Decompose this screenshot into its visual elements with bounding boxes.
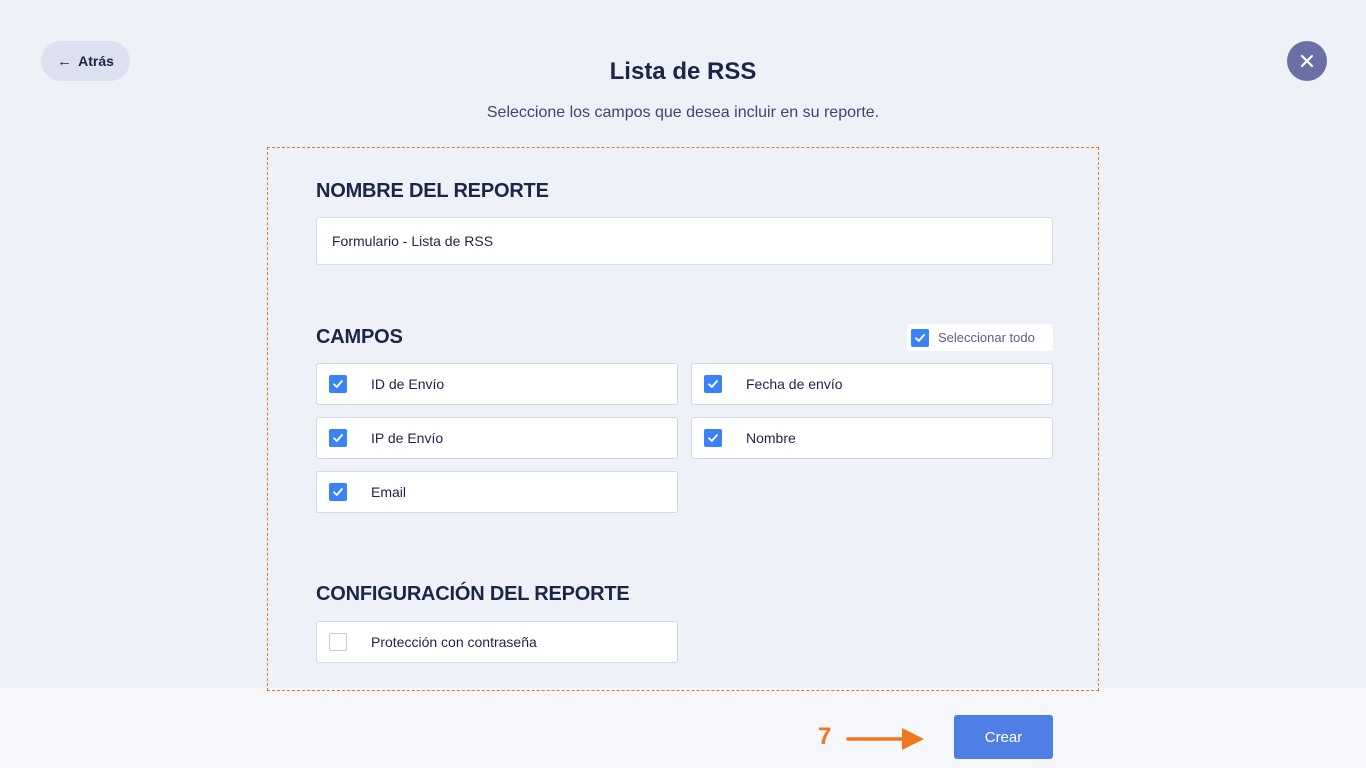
footer-bar <box>0 688 1366 768</box>
annotation-arrow-right-icon <box>846 728 924 750</box>
checkbox-checked-icon <box>329 429 347 447</box>
field-option-ip-envio[interactable]: IP de Envío <box>316 417 678 459</box>
page-title: Lista de RSS <box>609 58 757 85</box>
select-all-checkbox[interactable]: Seleccionar todo <box>907 324 1053 351</box>
checkbox-checked-icon <box>704 429 722 447</box>
field-option-nombre[interactable]: Nombre <box>691 417 1053 459</box>
report-name-heading: NOMBRE DEL REPORTE <box>316 180 549 202</box>
checkbox-checked-icon <box>329 483 347 501</box>
password-protection-option[interactable]: Protección con contraseña <box>316 621 678 663</box>
field-option-label: Nombre <box>746 430 796 446</box>
field-option-label: Fecha de envío <box>746 376 843 392</box>
create-button[interactable]: Crear <box>954 715 1053 759</box>
select-all-label: Seleccionar todo <box>938 330 1035 345</box>
report-page: ← Atrás Lista de RSS Seleccione los camp… <box>0 0 1366 768</box>
field-option-email[interactable]: Email <box>316 471 678 513</box>
field-option-id-envio[interactable]: ID de Envío <box>316 363 678 405</box>
page-subtitle: Seleccione los campos que desea incluir … <box>486 104 880 121</box>
report-name-input[interactable] <box>316 217 1053 265</box>
password-protection-label: Protección con contraseña <box>371 634 537 650</box>
checkbox-checked-icon <box>704 375 722 393</box>
report-config-heading: CONFIGURACIÓN DEL REPORTE <box>316 583 630 605</box>
checkbox-checked-icon <box>911 328 929 347</box>
field-option-label: Email <box>371 484 407 500</box>
annotation-step-number: 7 <box>818 723 832 750</box>
field-option-label: ID de Envío <box>371 376 445 392</box>
field-option-fecha-envio[interactable]: Fecha de envío <box>691 363 1053 405</box>
field-option-label: IP de Envío <box>371 430 444 446</box>
checkbox-unchecked-icon <box>329 633 347 651</box>
checkbox-checked-icon <box>329 375 347 393</box>
fields-heading: CAMPOS <box>316 326 403 348</box>
